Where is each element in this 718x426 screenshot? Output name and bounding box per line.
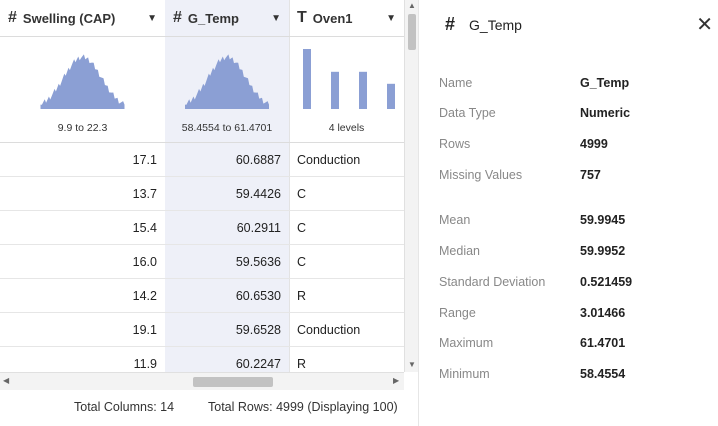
chevron-down-icon[interactable]: ▼: [271, 13, 281, 24]
table-cell[interactable]: 60.2911: [165, 211, 289, 245]
scroll-right-icon[interactable]: ▶: [393, 376, 399, 385]
vertical-scrollbar[interactable]: ▲ ▼: [404, 0, 418, 372]
column-header[interactable]: # Swelling (CAP) ▼: [0, 0, 165, 37]
column-header[interactable]: T Oven1 ▼: [289, 0, 404, 37]
property-value: Numeric: [580, 106, 630, 120]
property-value: 61.4701: [580, 336, 625, 350]
property-value: 757: [580, 168, 601, 182]
property-label: Name: [439, 76, 472, 90]
property-value: 58.4554: [580, 367, 625, 381]
close-icon[interactable]: ✕: [696, 12, 713, 37]
property-value: 4999: [580, 137, 608, 151]
property-label: Rows: [439, 137, 470, 151]
table-cell[interactable]: 15.4: [0, 211, 165, 245]
numeric-type-icon: #: [445, 14, 455, 35]
table-cell[interactable]: 14.2: [0, 279, 165, 313]
column-summary: 9.9 to 22.3: [0, 37, 165, 143]
grid-column[interactable]: # G_Temp ▼ 58.4554 to 61.4701 60.688759.4426…: [165, 0, 290, 372]
column-range: 4 levels: [289, 122, 404, 134]
column-summary: 58.4554 to 61.4701: [165, 37, 289, 143]
table-cell[interactable]: Conduction: [289, 143, 404, 177]
property-label: Data Type: [439, 106, 496, 120]
scroll-up-icon[interactable]: ▲: [405, 1, 418, 10]
numeric-type-icon: #: [8, 9, 17, 27]
property-label: Median: [439, 244, 480, 258]
vertical-scroll-thumb[interactable]: [408, 14, 416, 50]
total-columns: Total Columns: 14: [74, 400, 174, 414]
table-cell[interactable]: Conduction: [289, 313, 404, 347]
level-bar: [359, 72, 367, 109]
histogram-shape: [185, 54, 269, 109]
table-cell[interactable]: 59.4426: [165, 177, 289, 211]
property-value: 0.521459: [580, 275, 632, 289]
column-range: 58.4554 to 61.4701: [165, 122, 289, 134]
column-properties-panel: # G_Temp ✕ Name G_Temp Data Type Numeric Row…: [418, 0, 718, 426]
table-cell[interactable]: 59.6528: [165, 313, 289, 347]
chevron-down-icon[interactable]: ▼: [386, 13, 396, 24]
level-bar: [331, 72, 339, 109]
table-cell[interactable]: C: [289, 177, 404, 211]
table-cell[interactable]: C: [289, 245, 404, 279]
table-cell[interactable]: 59.5636: [165, 245, 289, 279]
grid-column[interactable]: TOven1▼4 levelsConductionCCCRConductionR: [289, 0, 405, 372]
panel-title: G_Temp: [469, 17, 522, 33]
histogram-icon: [0, 45, 165, 113]
histogram-icon: [165, 45, 289, 113]
column-title: G_Temp: [188, 11, 267, 26]
panel-header: # G_Temp: [445, 14, 522, 35]
column-title: Swelling (CAP): [23, 11, 143, 26]
numeric-type-icon: #: [173, 9, 182, 27]
column-title: Oven1: [313, 11, 382, 26]
table-cell[interactable]: 13.7: [0, 177, 165, 211]
column-range: 9.9 to 22.3: [0, 122, 165, 134]
histogram-shape: [41, 54, 125, 109]
horizontal-scroll-thumb[interactable]: [193, 377, 273, 387]
level-bar: [387, 84, 395, 109]
property-value: G_Temp: [580, 76, 629, 90]
text-type-icon: T: [297, 9, 307, 27]
level-bar: [303, 49, 311, 109]
table-cell[interactable]: C: [289, 211, 404, 245]
total-rows: Total Rows: 4999 (Displaying 100): [208, 400, 398, 414]
property-label: Range: [439, 306, 476, 320]
table-cell[interactable]: 60.6887: [165, 143, 289, 177]
horizontal-scrollbar[interactable]: ◀ ▶: [0, 372, 404, 390]
property-value: 59.9952: [580, 244, 625, 258]
property-value: 3.01466: [580, 306, 625, 320]
property-label: Standard Deviation: [439, 275, 545, 289]
property-value: 59.9945: [580, 213, 625, 227]
table-cell[interactable]: R: [289, 279, 404, 313]
column-summary: 4 levels: [289, 37, 404, 143]
property-label: Minimum: [439, 367, 490, 381]
property-label: Missing Values: [439, 168, 522, 182]
bar-levels-icon: [289, 45, 404, 113]
column-header[interactable]: # G_Temp ▼: [165, 0, 289, 37]
scroll-down-icon[interactable]: ▼: [405, 360, 418, 369]
table-cell[interactable]: 16.0: [0, 245, 165, 279]
table-cell[interactable]: 60.6530: [165, 279, 289, 313]
scroll-left-icon[interactable]: ◀: [3, 376, 9, 385]
data-grid: #Swelling (CAP)▼9.9 to 22.317.113.715.41…: [0, 0, 418, 390]
table-cell[interactable]: 19.1: [0, 313, 165, 347]
chevron-down-icon[interactable]: ▼: [147, 13, 157, 24]
property-label: Maximum: [439, 336, 493, 350]
grid-column[interactable]: #Swelling (CAP)▼9.9 to 22.317.113.715.41…: [0, 0, 166, 372]
table-cell[interactable]: 17.1: [0, 143, 165, 177]
property-label: Mean: [439, 213, 470, 227]
